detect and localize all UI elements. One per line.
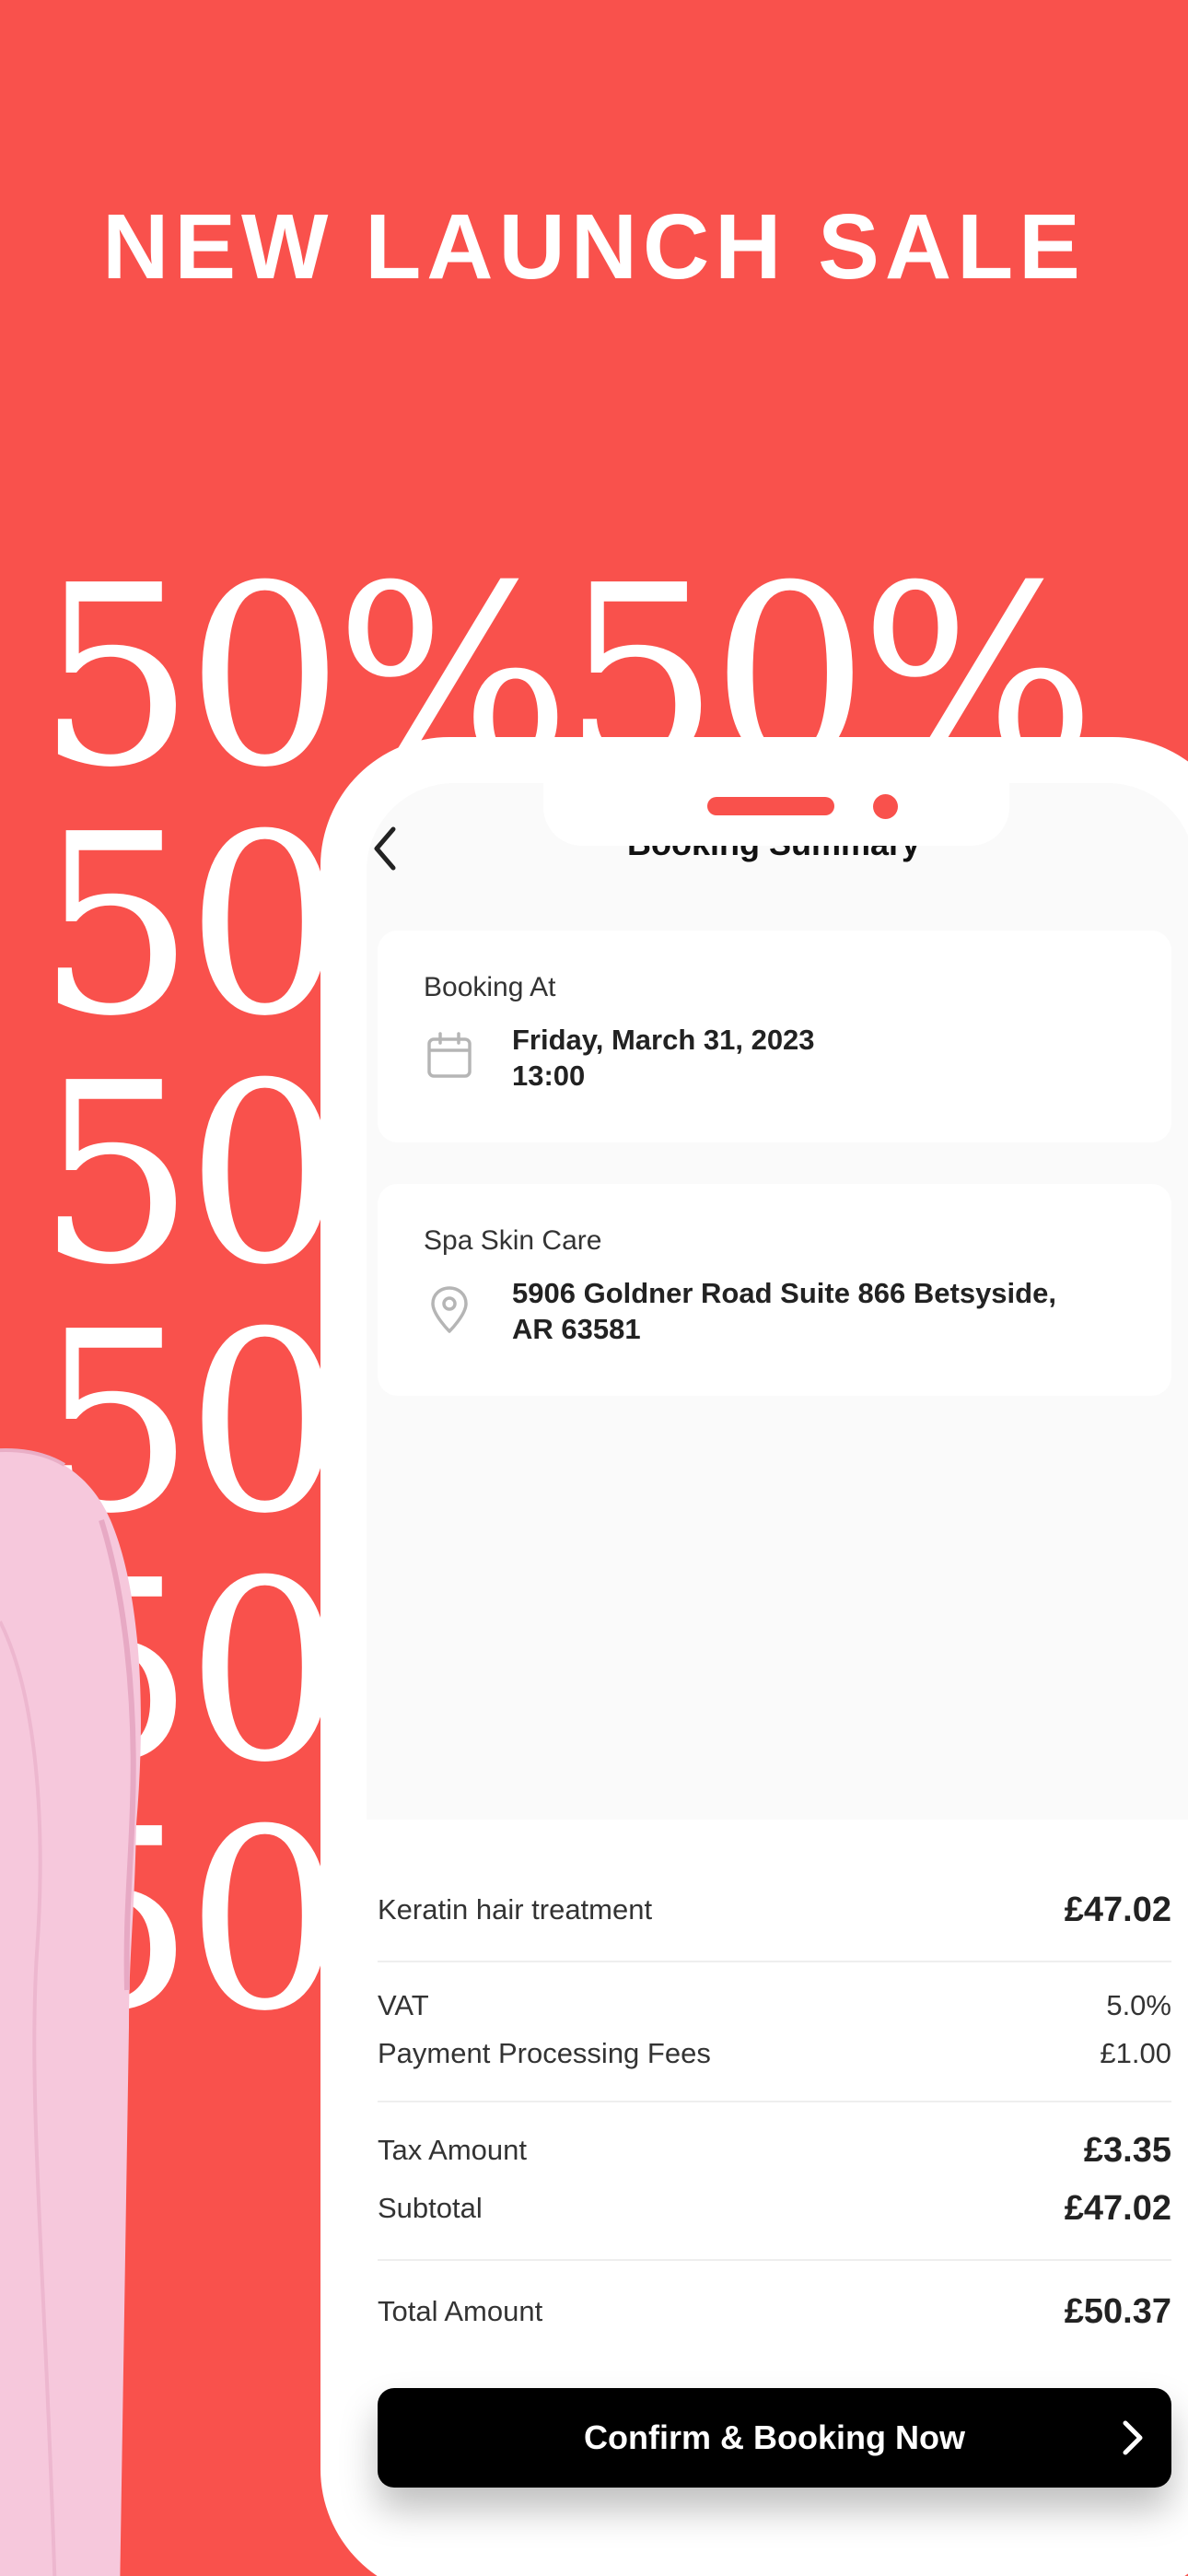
divider (378, 1961, 1171, 1962)
vat-label: VAT (378, 1989, 429, 2021)
location-address-line2: AR 63581 (512, 1313, 641, 1345)
headline: NEW LAUNCH SALE (102, 195, 1086, 299)
vat-value: 5.0% (1106, 1989, 1171, 2021)
fees-value: £1.00 (1100, 2037, 1171, 2069)
phone-notch (543, 783, 1009, 846)
booking-label: Booking At (424, 972, 556, 1002)
booking-card: Booking At Friday, March 31, 2023 13:00 (378, 931, 1171, 1142)
location-label: Spa Skin Care (424, 1225, 602, 1256)
chevron-left-icon (374, 826, 396, 871)
divider (378, 2259, 1171, 2261)
location-pin-icon (431, 1286, 468, 1333)
booking-time: 13:00 (512, 1060, 586, 1092)
tax-row: Tax Amount £3.35 (378, 2127, 1171, 2173)
booking-date: Friday, March 31, 2023 (512, 1024, 815, 1056)
service-price: £47.02 (1064, 1891, 1171, 1929)
service-row: Keratin hair treatment £47.02 (378, 1887, 1171, 1933)
fees-label: Payment Processing Fees (378, 2037, 711, 2069)
speaker-grille (707, 797, 834, 815)
subtotal-value: £47.02 (1064, 2189, 1171, 2228)
model-image (0, 1448, 141, 2576)
total-value: £50.37 (1064, 2292, 1171, 2331)
vat-row: VAT 5.0% (378, 1983, 1171, 2029)
service-label: Keratin hair treatment (378, 1893, 653, 1926)
fees-row: Payment Processing Fees £1.00 (378, 2031, 1171, 2077)
chevron-right-icon (1123, 2420, 1143, 2455)
confirm-booking-label: Confirm & Booking Now (584, 2418, 965, 2456)
location-address-line1: 5906 Goldner Road Suite 866 Betsyside, (512, 1277, 1056, 1309)
location-card: Spa Skin Care 5906 Goldner Road Suite 86… (378, 1184, 1171, 1396)
promo-stage: NEW LAUNCH SALE 50%50% 50% 50% 50% 50% 5… (0, 0, 1188, 2576)
calendar-icon (427, 1032, 472, 1078)
total-label: Total Amount (378, 2295, 543, 2327)
tax-value: £3.35 (1083, 2131, 1171, 2170)
camera-icon (873, 794, 898, 819)
subtotal-label: Subtotal (378, 2192, 483, 2224)
tax-label: Tax Amount (378, 2134, 527, 2166)
confirm-booking-button[interactable]: Confirm & Booking Now (378, 2388, 1171, 2488)
subtotal-row: Subtotal £47.02 (378, 2185, 1171, 2231)
divider (378, 2101, 1171, 2102)
back-button[interactable] (361, 820, 409, 877)
total-row: Total Amount £50.37 (378, 2289, 1171, 2335)
